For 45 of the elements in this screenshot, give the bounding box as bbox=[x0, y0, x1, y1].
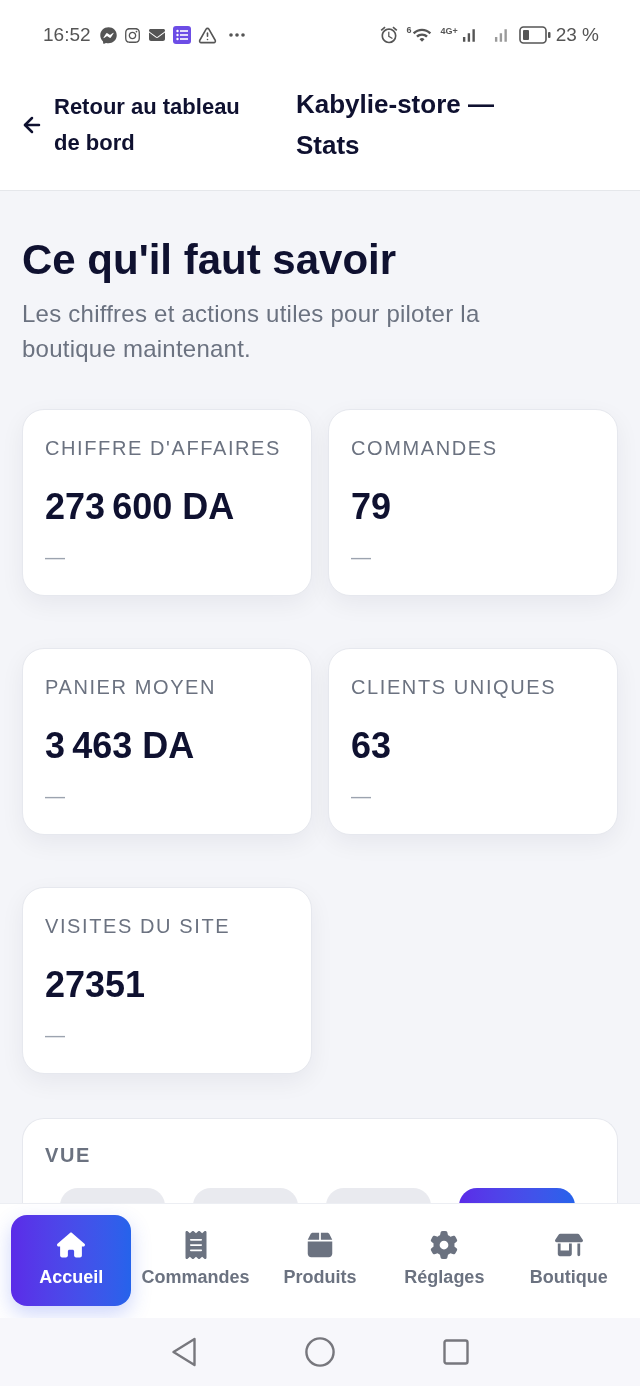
stat-change: — bbox=[45, 545, 65, 569]
settings-icon bbox=[430, 1231, 459, 1259]
box-icon bbox=[306, 1231, 334, 1259]
warning-icon bbox=[197, 25, 217, 45]
camera-icon bbox=[123, 26, 141, 44]
stat-label: CLIENTS UNIQUES bbox=[351, 675, 557, 700]
page-title: Kabylie-store — Stats bbox=[296, 88, 495, 162]
stat-change: — bbox=[351, 545, 371, 569]
home-button-icon[interactable] bbox=[305, 1337, 335, 1367]
nav-tab[interactable]: Produits bbox=[259, 1215, 381, 1306]
stat-change: — bbox=[351, 784, 371, 808]
network-type-label: 4G+ bbox=[440, 25, 458, 36]
stat-value: 3 463 DA bbox=[45, 724, 195, 768]
period-pill[interactable] bbox=[459, 1188, 575, 1203]
stat-change: — bbox=[45, 784, 65, 808]
stat-value: 63 bbox=[351, 724, 392, 768]
section-heading: Ce qu'il faut savoir bbox=[22, 236, 398, 284]
back-link[interactable]: Retour au tableau de bord bbox=[20, 89, 266, 161]
wifi-band-label: 6 bbox=[406, 25, 412, 35]
section-subtitle: Les chiffres et actions utiles pour piloter la boutique maintenant. bbox=[22, 299, 481, 364]
chat-bubble-icon bbox=[99, 26, 117, 44]
battery-percent: 23 % bbox=[555, 23, 599, 47]
stat-value: 79 bbox=[351, 485, 392, 529]
stat-label: PANIER MOYEN bbox=[45, 675, 217, 700]
stat-label: VISITES DU SITE bbox=[45, 914, 231, 939]
alarm-clock-icon bbox=[379, 25, 400, 45]
stat-label: COMMANDES bbox=[351, 436, 498, 461]
view-label: VUE bbox=[45, 1143, 91, 1168]
battery-icon bbox=[518, 26, 551, 44]
list-icon bbox=[172, 26, 191, 44]
recent-apps-icon[interactable] bbox=[443, 1339, 469, 1365]
nav-tab[interactable]: Boutique bbox=[508, 1215, 629, 1306]
nav-tab[interactable]: Réglages bbox=[384, 1215, 505, 1306]
mail-icon bbox=[147, 27, 166, 43]
nav-tab[interactable]: Commandes bbox=[135, 1215, 256, 1306]
back-icon[interactable] bbox=[171, 1337, 197, 1367]
status-time: 16:52 bbox=[43, 23, 91, 47]
stat-label: CHIFFRE D'AFFAIRES bbox=[45, 436, 281, 461]
stat-change: — bbox=[45, 1023, 65, 1047]
nav-tab[interactable]: Accueil bbox=[11, 1215, 132, 1306]
store-icon bbox=[554, 1231, 583, 1259]
more-icon bbox=[228, 33, 245, 37]
home-icon bbox=[57, 1231, 86, 1259]
stat-value: 27351 bbox=[45, 963, 146, 1007]
stat-value: 273 600 DA bbox=[45, 485, 235, 529]
